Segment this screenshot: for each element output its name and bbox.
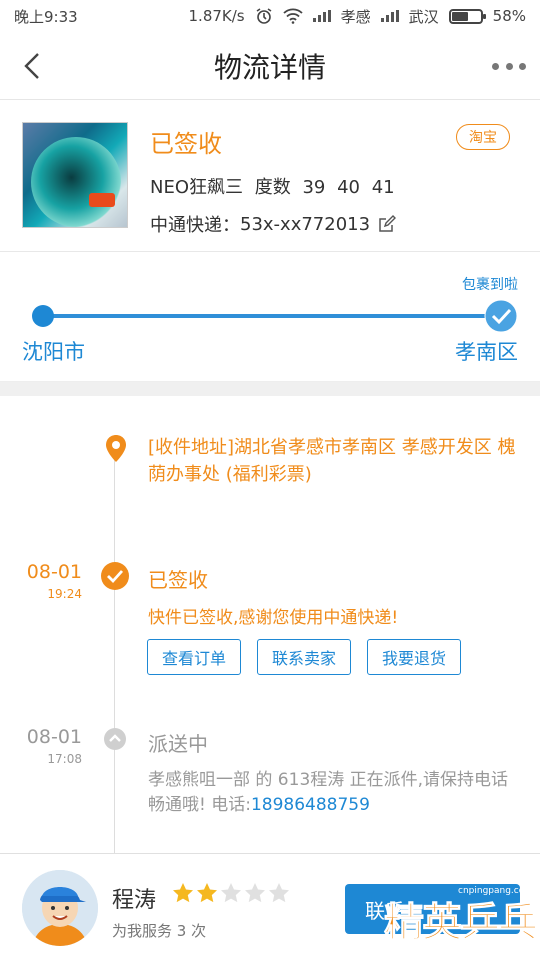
arrived-label: 包裹到啦 (462, 277, 518, 293)
header: 物流详情 (0, 32, 540, 100)
battery-percent: 58% (492, 7, 526, 25)
more-icon[interactable] (492, 54, 526, 78)
courier-phone-link[interactable]: 18986488759 (251, 795, 370, 815)
destination-city: 孝南区 (455, 340, 518, 364)
route-progress: 包裹到啦 沈阳市 孝南区 (0, 252, 540, 382)
page-title: 物流详情 (213, 50, 326, 84)
check-circle-icon (101, 562, 129, 590)
star-empty-icon (221, 883, 241, 903)
star-filled-icon (173, 883, 193, 903)
wifi-icon (283, 8, 303, 24)
event-date: 08-01 (26, 561, 82, 583)
source-badge: 淘宝 (456, 124, 510, 150)
edit-icon[interactable] (378, 215, 397, 233)
origin-city: 沈阳市 (22, 340, 85, 364)
event-desc: 快件已签收,感谢您使用中通快递! (148, 608, 399, 628)
event-date-delivering: 08-01 17:08 (0, 726, 82, 766)
courier-rating (172, 882, 290, 904)
chevron-up-icon (104, 728, 126, 750)
chevron-left-icon[interactable] (18, 50, 50, 82)
contact-seller-button[interactable]: 联系卖家 (257, 639, 352, 675)
order-actions: 查看订单 联系卖家 我要退货 (147, 639, 462, 675)
courier-bar: 程涛 为我服务 3 次 联系 (0, 853, 540, 960)
alarm-icon (256, 8, 272, 24)
contact-courier-label: 联系 (365, 898, 405, 923)
location-pin-icon (106, 435, 126, 462)
route-line (42, 314, 502, 318)
logistics-timeline: [收件地址]湖北省孝感市孝南区 孝感开发区 槐荫办事处 (福利彩票) 08-01… (0, 396, 540, 855)
status-right: 1.87K/s 孝感 武汉 58% (189, 6, 526, 27)
event-time: 17:08 (47, 752, 82, 766)
tracking-row: 中通快递： 53x-xx772013 (150, 211, 518, 237)
carrier-2: 武汉 (408, 7, 439, 26)
product-name: NEO狂飙三 度数 39 40 41 (150, 177, 395, 198)
courier-avatar (22, 870, 98, 946)
event-time: 19:24 (47, 587, 82, 601)
event-title: 已签收 (148, 568, 208, 592)
signal-icon (380, 10, 399, 22)
event-desc: 孝感熊咀一部 的 613程涛 正在派件,请保持电话畅通哦! 电话:1898648… (148, 768, 523, 818)
check-circle-icon (484, 299, 518, 333)
battery-icon (448, 8, 486, 24)
product-card[interactable]: 已签收 NEO狂飙三 度数 39 40 41 中通快递： 53x-xx77201… (0, 100, 540, 252)
network-speed: 1.87K/s (188, 7, 245, 25)
courier-name: 程涛 (112, 888, 157, 913)
battery-level (451, 11, 468, 21)
delivery-address: [收件地址]湖北省孝感市孝南区 孝感开发区 槐荫办事处 (福利彩票) (148, 437, 516, 485)
timeline-line (114, 436, 115, 855)
tracking-number: 53x-xx772013 (240, 213, 371, 235)
carrier-1: 孝感 (340, 7, 371, 26)
event-date-signed: 08-01 19:24 (0, 561, 82, 601)
status-time: 晚上9:33 (14, 7, 78, 26)
status-bar: 晚上9:33 1.87K/s 孝感 武汉 58% (0, 0, 540, 32)
event-date: 08-01 (26, 726, 82, 748)
origin-dot (32, 305, 54, 327)
contact-courier-button[interactable]: 联系 (345, 884, 520, 934)
star-empty-icon (269, 883, 289, 903)
star-filled-icon (197, 883, 217, 903)
event-title: 派送中 (148, 732, 208, 756)
product-image[interactable] (22, 122, 128, 228)
star-empty-icon (245, 883, 265, 903)
section-divider (0, 382, 540, 396)
return-button[interactable]: 我要退货 (367, 639, 462, 675)
service-count: 为我服务 3 次 (112, 922, 207, 940)
signal-icon (312, 10, 331, 22)
courier-company: 中通快递： (150, 215, 240, 236)
view-order-button[interactable]: 查看订单 (147, 639, 242, 675)
